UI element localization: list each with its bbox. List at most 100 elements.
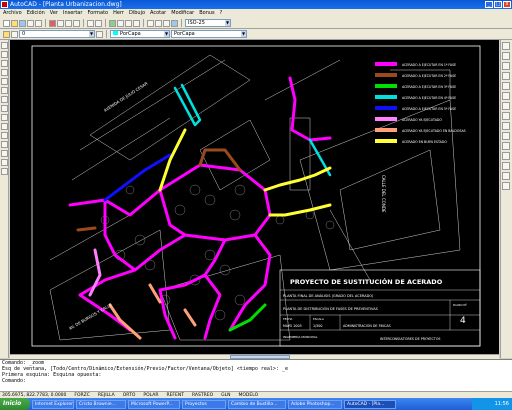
start-button[interactable]: Inicio <box>0 398 30 410</box>
zoom-previous-icon[interactable] <box>133 19 140 27</box>
minimize-button[interactable]: _ <box>485 1 493 8</box>
make-block-icon[interactable] <box>1 132 8 139</box>
construction-line-icon[interactable] <box>1 51 8 58</box>
rotate-icon[interactable] <box>502 102 510 110</box>
break-icon[interactable] <box>502 152 510 160</box>
text-style-combo[interactable]: ISO-25 ▼ <box>185 19 231 27</box>
light-bulb-icon[interactable] <box>11 30 18 38</box>
circle-icon[interactable] <box>1 96 8 103</box>
layer-manager-icon[interactable] <box>3 30 10 38</box>
mtext-icon[interactable] <box>1 168 8 175</box>
zoom-realtime-icon[interactable] <box>117 19 124 27</box>
legend-label: ACERADO EN BUEN ESTADO <box>402 140 447 144</box>
legend-label: ACERADO A EJECUTAR EN 1ª FASE <box>402 63 456 67</box>
taskbar-item[interactable]: Cristo Brownie... <box>76 399 126 409</box>
arc-icon[interactable] <box>1 87 8 94</box>
erase-icon[interactable] <box>502 42 510 50</box>
drawing-canvas[interactable]: AVENIDA DE JULIO CESAR CALLE DEL CONDE A… <box>10 40 499 354</box>
menu-acotar[interactable]: Acotar <box>150 9 166 18</box>
maximize-button[interactable]: □ <box>494 1 502 8</box>
scale-label: ESCALA <box>313 317 324 321</box>
open-folder-icon[interactable] <box>11 19 18 27</box>
autocad-window: AutoCAD - [Planta Urbanizacion.dwg] _ □ … <box>0 0 512 410</box>
menu-archivo[interactable]: Archivo <box>3 9 22 18</box>
taskbar-item[interactable]: Internet Explorer <box>32 399 74 409</box>
array-icon[interactable] <box>502 82 510 90</box>
offset-icon[interactable] <box>502 72 510 80</box>
chamfer-icon[interactable] <box>502 162 510 170</box>
make-current-layer-icon[interactable] <box>96 30 103 38</box>
window-title: AutoCAD - [Planta Urbanizacion.dwg] <box>10 1 122 8</box>
legend-label: ACERADO A EJECUTAR EN 5ª FASE <box>402 107 456 111</box>
phase1-path <box>78 293 132 332</box>
menu-help[interactable]: ? <box>220 9 223 18</box>
insert-block-icon[interactable] <box>1 123 8 130</box>
polyline-icon[interactable] <box>1 60 8 67</box>
menu-insertar[interactable]: Insertar <box>63 9 82 18</box>
new-file-icon[interactable] <box>3 19 10 27</box>
rectangle-icon[interactable] <box>1 78 8 85</box>
menu-edicion[interactable]: Edición <box>27 9 45 18</box>
taskbar-item-active[interactable]: AutoCAD - [Pla... <box>344 399 396 409</box>
title-bar: AutoCAD - [Planta Urbanizacion.dwg] _ □ … <box>0 0 512 9</box>
preview-icon[interactable] <box>35 19 42 27</box>
redo-icon[interactable] <box>95 19 102 27</box>
menu-bonus[interactable]: Bonus <box>199 9 214 18</box>
zoom-window-icon[interactable] <box>125 19 132 27</box>
pan-icon[interactable] <box>109 19 116 27</box>
menu-formato[interactable]: Formato <box>87 9 108 18</box>
point-icon[interactable] <box>1 141 8 148</box>
fillet-icon[interactable] <box>502 172 510 180</box>
explode-icon[interactable] <box>502 182 510 190</box>
save-icon[interactable] <box>19 19 26 27</box>
scale-icon[interactable] <box>502 112 510 120</box>
print-icon[interactable] <box>27 19 34 27</box>
spline-icon[interactable] <box>1 105 8 112</box>
copy-object-icon[interactable] <box>502 52 510 60</box>
linetype-combo[interactable]: PorCapa ▼ <box>171 30 247 38</box>
properties-icon[interactable] <box>147 19 154 27</box>
command-line[interactable]: Comando: _zoom Esq de ventana, [Todo/Cen… <box>0 359 512 391</box>
polygon-icon[interactable] <box>1 69 8 76</box>
command-prompt[interactable]: Comando: <box>2 378 512 384</box>
mirror-icon[interactable] <box>502 62 510 70</box>
legend-swatch <box>375 62 397 66</box>
plan-name: PLANTA DE DISTRIBUCIÓN DE FASES DE PREVE… <box>283 306 379 311</box>
chevron-down-icon: ▼ <box>225 20 230 26</box>
good-state-path <box>268 203 332 217</box>
menu-ver[interactable]: Ver <box>50 9 58 18</box>
trim-icon[interactable] <box>502 132 510 140</box>
layer-combo[interactable]: 0 ▼ <box>19 30 95 38</box>
taskbar-item[interactable]: Adobe Photoshop... <box>288 399 342 409</box>
title-block: PROYECTO DE SUSTITUCIÓN DE ACERADO PLANT… <box>279 269 481 347</box>
layers-toolbar: 0 ▼ PorCapa ▼ PorCapa ▼ <box>0 29 512 40</box>
line-icon[interactable] <box>1 42 8 49</box>
close-button[interactable]: x <box>503 1 511 8</box>
tool-palettes-icon[interactable] <box>163 19 170 27</box>
toolbar-separator <box>143 19 144 27</box>
phase2-path <box>76 226 97 232</box>
extend-icon[interactable] <box>502 142 510 150</box>
system-tray: 11:56 <box>472 398 512 410</box>
taskbar-item[interactable]: Microsoft PowerP... <box>128 399 180 409</box>
design-center-icon[interactable] <box>155 19 162 27</box>
undo-icon[interactable] <box>87 19 94 27</box>
match-properties-icon[interactable] <box>73 19 80 27</box>
region-icon[interactable] <box>1 159 8 166</box>
paste-icon[interactable] <box>65 19 72 27</box>
menu-dibujo[interactable]: Dibujo <box>129 9 145 18</box>
hatch-icon[interactable] <box>1 150 8 157</box>
taskbar-item[interactable]: Cambio de Bustillo... <box>228 399 286 409</box>
help-icon[interactable] <box>171 19 178 27</box>
menu-herramientas[interactable]: Herr <box>113 9 124 18</box>
move-icon[interactable] <box>502 92 510 100</box>
copy-icon[interactable] <box>57 19 64 27</box>
ellipse-icon[interactable] <box>1 114 8 121</box>
draw-toolbar <box>0 40 9 358</box>
color-combo[interactable]: PorCapa ▼ <box>110 30 170 38</box>
stretch-icon[interactable] <box>502 122 510 130</box>
menu-modificar[interactable]: Modificar <box>171 9 194 18</box>
cut-icon[interactable] <box>49 19 56 27</box>
street-label: AVENIDA DE JULIO CESAR <box>103 81 149 113</box>
taskbar-item[interactable]: Proyectos <box>182 399 226 409</box>
